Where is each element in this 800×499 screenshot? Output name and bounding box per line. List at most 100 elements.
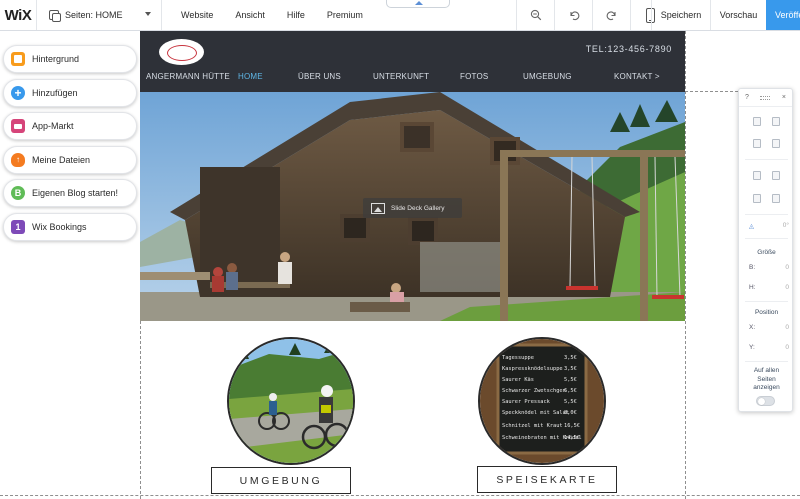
height-label: H:	[749, 284, 756, 291]
save-button[interactable]: Speichern	[651, 0, 710, 30]
add-icon: +	[11, 85, 25, 100]
undo-button[interactable]	[554, 0, 592, 30]
send-backward-icon[interactable]	[772, 171, 781, 180]
collapse-toolbar-tab[interactable]	[386, 0, 450, 8]
rotation-value: 0°	[782, 222, 789, 229]
width-value: 0	[785, 264, 789, 271]
site-logo[interactable]	[159, 39, 204, 65]
copy-icon[interactable]	[752, 117, 761, 126]
trash-icon[interactable]	[772, 139, 781, 148]
rotation-field[interactable]: ◬ 0°	[749, 222, 789, 230]
slide-deck-gallery[interactable]: Slide Deck Gallery	[140, 92, 685, 321]
site-nav: ANGERMANN HÜTTE HOME ÜBER UNS UNTERKUNFT…	[140, 72, 685, 86]
menu-board-image[interactable]: Tagessuppe 3,5€ Kaspressknödelsuppe 3,5€…	[478, 337, 606, 465]
site-name[interactable]: ANGERMANN HÜTTE	[146, 72, 230, 81]
x-label: X:	[749, 324, 756, 331]
publish-button[interactable]: Veröffentlichen	[766, 0, 800, 30]
rotate-icon: ◬	[749, 223, 754, 230]
menu-board-item: Tagessuppe	[502, 355, 534, 361]
panel-header: ? ×	[739, 89, 792, 107]
duplicate-delete-row	[739, 139, 794, 148]
editor-tools	[516, 0, 670, 30]
nav-contact[interactable]: KONTAKT >	[614, 72, 660, 81]
panel-item-add[interactable]: + Hinzufügen	[3, 78, 137, 107]
menu-board-price: 8,0€	[564, 410, 577, 416]
align-row	[739, 194, 794, 203]
height-field[interactable]: H: 0	[749, 284, 789, 291]
redo-icon	[606, 11, 616, 21]
panel-item-bookings[interactable]: 1 Wix Bookings	[3, 212, 137, 241]
panel-divider	[745, 301, 788, 302]
pages-dropdown[interactable]: Seiten: HOME	[36, 0, 162, 30]
menu-button[interactable]: SPEISEKARTE	[477, 466, 617, 493]
menu-board-price: 14,5€	[564, 435, 580, 441]
panel-item-background[interactable]: Hintergrund	[3, 45, 137, 73]
duplicate-icon[interactable]	[752, 139, 761, 148]
nav-about[interactable]: ÜBER UNS	[298, 72, 341, 81]
footer-guide-line	[0, 495, 800, 496]
menu-item-website[interactable]: Website	[181, 10, 213, 20]
gallery-label-text: Slide Deck Gallery	[391, 204, 445, 212]
panel-item-app-market[interactable]: App-Markt	[3, 112, 137, 140]
chevron-down-icon	[145, 12, 151, 16]
editor-top-bar: WiX Seiten: HOME Website Ansicht Hilfe P…	[0, 0, 800, 31]
panel-item-label: Eigenen Blog starten!	[32, 188, 119, 198]
y-label: Y:	[749, 344, 755, 351]
menu-board-price: 3,5€	[564, 355, 577, 361]
menu-board-price: 6,5€	[564, 388, 577, 394]
distribute-icon[interactable]	[772, 194, 781, 203]
close-icon[interactable]: ×	[782, 94, 786, 101]
menu-board-item: Kaspressknödelsuppe	[502, 366, 563, 372]
menu-board-item: Speckknödel mit Salat	[502, 410, 569, 416]
redo-button[interactable]	[592, 0, 630, 30]
panel-divider	[745, 159, 788, 160]
drag-handle-icon[interactable]	[760, 95, 771, 100]
panel-item-blog[interactable]: B Eigenen Blog starten!	[3, 179, 137, 207]
app-market-icon	[11, 119, 25, 133]
editor-menu: Website Ansicht Hilfe Premium	[162, 0, 385, 30]
site-phone: TEL:123-456-7890	[585, 44, 672, 54]
undo-icon	[569, 11, 579, 21]
align-icon[interactable]	[752, 194, 761, 203]
copy-paste-row	[739, 117, 794, 126]
menu-item-premium[interactable]: Premium	[327, 10, 363, 20]
zoom-out-button[interactable]	[516, 0, 554, 30]
width-field[interactable]: B: 0	[749, 264, 789, 271]
y-value: 0	[785, 344, 789, 351]
x-field[interactable]: X: 0	[749, 324, 789, 331]
nav-accommodation[interactable]: UNTERKUNFT	[373, 72, 429, 81]
surroundings-image[interactable]	[227, 337, 355, 465]
blog-icon: B	[11, 186, 25, 200]
panel-item-label: Wix Bookings	[32, 221, 87, 232]
nav-home[interactable]: HOME	[238, 72, 263, 81]
site-header[interactable]: TEL:123-456-7890 ANGERMANN HÜTTE HOME ÜB…	[140, 31, 685, 92]
nav-photos[interactable]: FOTOS	[460, 72, 488, 81]
menu-board-price: 3,5€	[564, 366, 577, 372]
help-icon[interactable]: ?	[745, 94, 749, 101]
nav-surroundings[interactable]: UMGEBUNG	[523, 72, 572, 81]
image-icon	[371, 202, 385, 214]
bring-forward-icon[interactable]	[752, 171, 761, 180]
menu-item-help[interactable]: Hilfe	[287, 10, 305, 20]
paste-icon[interactable]	[772, 117, 781, 126]
calendar-icon: 1	[11, 219, 25, 234]
menu-board-item: Saurer Pressack	[502, 399, 551, 405]
size-label: Größe	[757, 249, 776, 256]
wix-logo: WiX	[4, 6, 32, 24]
panel-item-my-files[interactable]: ↑ Meine Dateien	[3, 145, 137, 174]
pages-dropdown-label: Seiten: HOME	[65, 10, 123, 20]
menu-board-price: 5,5€	[564, 399, 577, 405]
panel-item-label: Hinzufügen	[32, 87, 78, 98]
show-on-all-pages-toggle[interactable]	[756, 396, 775, 406]
pages-icon	[49, 10, 61, 22]
y-field[interactable]: Y: 0	[749, 344, 789, 351]
menu-item-view[interactable]: Ansicht	[235, 10, 265, 20]
preview-button[interactable]: Vorschau	[710, 0, 766, 30]
menu-board-price: 16,5€	[564, 423, 580, 429]
gallery-overlay-label[interactable]: Slide Deck Gallery	[363, 198, 462, 218]
arrange-toolbar-panel: ? × ◬ 0° Größe B: 0 H: 0 Position X: 0 Y…	[738, 88, 793, 412]
menu-board-item: Schwarzer Zwetschgen	[502, 388, 566, 394]
header-guide-line	[685, 91, 738, 92]
mountain-biking-photo	[229, 339, 353, 463]
surroundings-button[interactable]: UMGEBUNG	[211, 467, 351, 494]
